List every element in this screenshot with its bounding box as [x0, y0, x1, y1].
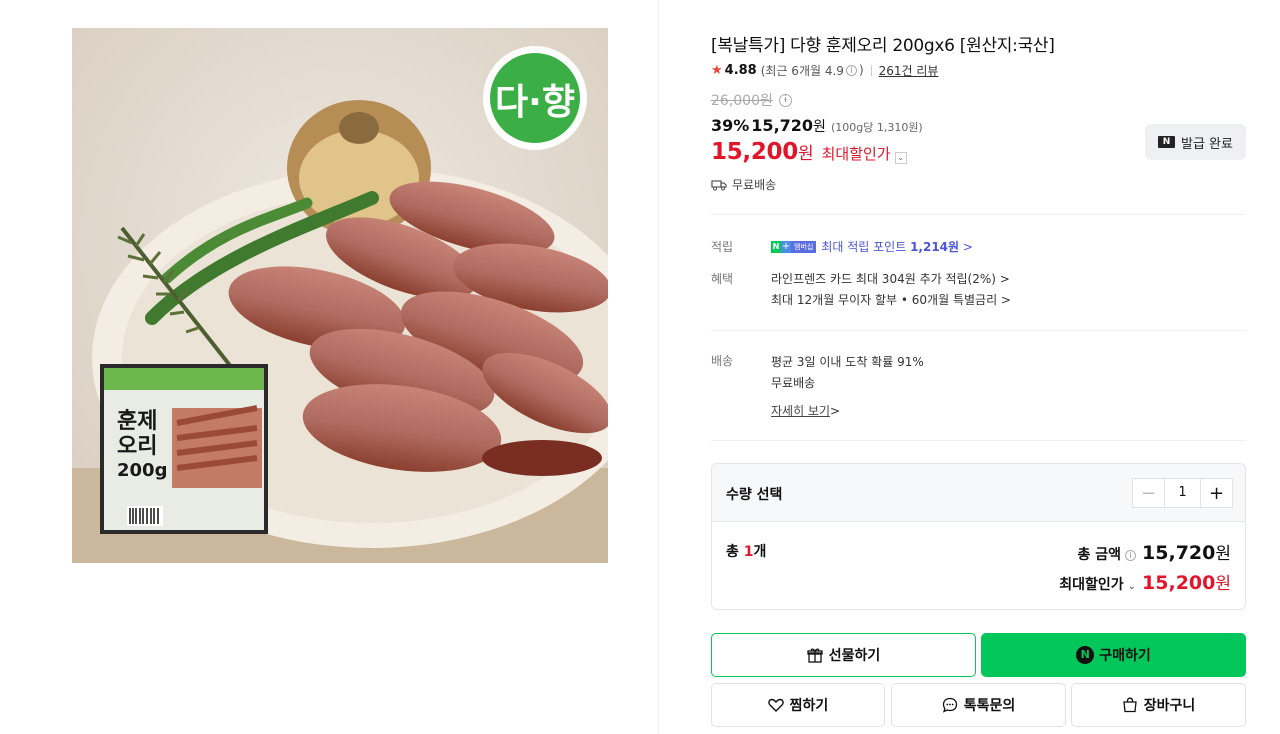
total-amount-label: 총 금액 — [1077, 547, 1122, 563]
total-amount-won: 원 — [1215, 544, 1231, 564]
free-shipping-label: 무료배송 — [732, 178, 777, 192]
divider — [711, 330, 1246, 331]
detail-link-text: 자세히 보기 — [771, 404, 831, 418]
wishlist-button[interactable]: 찜하기 — [711, 683, 885, 727]
divider — [711, 214, 1246, 215]
original-price-row: 26,000원 i — [711, 90, 794, 110]
max-discount-won: 원 — [797, 144, 814, 164]
membership-text-badge: 멤버십 — [791, 240, 817, 253]
gift-icon — [807, 648, 823, 663]
chat-bubble-icon — [942, 697, 957, 713]
buy-button[interactable]: N 구매하기 — [981, 633, 1246, 677]
quantity-box: 수량 선택 − 1 + 총 1개 총 금액 i 15,720 원 최대할인가 ⌄… — [711, 463, 1246, 610]
max-discount-row[interactable]: 15,200 원 최대할인가 ⌄ — [711, 139, 907, 165]
product-title: [복날특가] 다향 훈제오리 200gx6 [원산지:국산] — [711, 36, 1055, 56]
vertical-divider — [658, 0, 659, 734]
chevron-right-icon: > — [959, 240, 973, 254]
discounted-price-unit: 원 — [813, 119, 826, 135]
talktalk-inquiry-button[interactable]: 톡톡문의 — [891, 683, 1066, 727]
coupon-issued-button[interactable]: N 발급 완료 — [1145, 124, 1246, 160]
quantity-stepper: − 1 + — [1132, 478, 1233, 508]
rating-recent-close: ) — [858, 63, 864, 77]
total-amount-value: 15,720 — [1142, 542, 1216, 564]
delivery-probability: 평균 3일 이내 도착 확률 91% — [771, 355, 924, 369]
review-count-link[interactable]: 261건 리뷰 — [879, 62, 939, 79]
delivery-detail-link[interactable]: 자세히 보기 > — [771, 402, 840, 419]
original-price: 26,000원 — [711, 93, 773, 109]
gift-label: 선물하기 — [828, 648, 881, 664]
info-icon[interactable]: i — [1125, 550, 1137, 561]
total-count: 총 1개 — [726, 541, 766, 561]
chevron-down-icon[interactable]: ⌄ — [894, 152, 907, 164]
quantity-header: 수량 선택 − 1 + — [712, 464, 1245, 522]
cart-label: 장바구니 — [1143, 698, 1196, 714]
discount-row: 39% 15,720 원 (100g당 1,310원) — [711, 116, 923, 136]
increase-button[interactable]: + — [1200, 479, 1232, 507]
quantity-value[interactable]: 1 — [1165, 479, 1200, 507]
chevron-right-icon: > — [830, 403, 841, 418]
product-image[interactable]: 다·향 훈제 오리 200g — [72, 28, 608, 563]
naver-n-badge: N — [771, 240, 781, 253]
naver-n-icon: N — [1158, 136, 1175, 148]
chevron-down-icon[interactable]: ⌄ — [1128, 581, 1136, 592]
buy-label: 구매하기 — [1099, 648, 1151, 664]
decrease-button[interactable]: − — [1133, 479, 1165, 507]
benefit-card-line[interactable]: 라인프렌즈 카드 최대 304원 추가 적립(2%) > — [771, 270, 1010, 287]
naver-pay-icon: N — [1076, 646, 1095, 664]
points-text-label: 최대 적립 포인트 — [821, 240, 911, 254]
heart-icon — [767, 698, 784, 712]
discounted-price: 15,720 — [751, 116, 814, 135]
star-icon: ★ — [711, 62, 723, 78]
max-discount-label: 최대할인가 — [821, 145, 891, 163]
plus-badge: + — [781, 240, 791, 253]
total-count-number: 1 — [743, 544, 754, 560]
divider — [711, 440, 1246, 441]
max-discount-total-label: 최대할인가 — [1059, 577, 1124, 593]
svg-text:훈제: 훈제 — [117, 409, 157, 434]
svg-text:200g: 200g — [117, 460, 167, 481]
truck-icon — [711, 179, 727, 190]
info-icon[interactable]: i — [845, 64, 857, 76]
separator — [870, 64, 872, 76]
talktalk-label: 톡톡문의 — [963, 698, 1016, 714]
rating-score: 4.88 — [724, 62, 757, 78]
price-info-icon[interactable]: i — [778, 93, 792, 107]
cart-button[interactable]: 장바구니 — [1071, 683, 1246, 727]
shopping-bag-icon — [1123, 697, 1137, 713]
brand-logo-text: 다·향 — [495, 82, 575, 123]
total-count-prefix: 총 — [726, 544, 744, 560]
max-discount-price: 15,200 — [711, 139, 798, 165]
membership-badge: N + 멤버십 — [771, 240, 817, 253]
total-count-suffix: 개 — [753, 544, 767, 560]
shipping-row: 무료배송 — [711, 176, 776, 193]
points-label: 적립 — [711, 240, 734, 254]
coupon-label: 발급 완료 — [1181, 136, 1233, 152]
delivery-label: 배송 — [711, 354, 734, 368]
delivery-free: 무료배송 — [771, 376, 816, 390]
total-amount-row: 총 금액 i 15,720 원 — [1078, 539, 1231, 564]
benefit-installment-line[interactable]: 최대 12개월 무이자 할부 • 60개월 특별금리 > — [771, 291, 1011, 308]
rating-recent: (최근 6개월 4.9 — [760, 63, 844, 78]
wishlist-label: 찜하기 — [789, 698, 829, 714]
rating-row: ★ 4.88 (최근 6개월 4.9 i ) 261건 리뷰 — [711, 62, 938, 78]
unit-price: (100g당 1,310원) — [830, 121, 923, 134]
points-amount: 1,214원 — [910, 240, 960, 254]
max-discount-total-value: 15,200 — [1142, 572, 1216, 594]
points-value[interactable]: N + 멤버십 최대 적립 포인트 1,214원 > — [771, 238, 973, 255]
max-discount-total-won: 원 — [1215, 574, 1231, 594]
points-text: 최대 적립 포인트 1,214원 > — [821, 238, 973, 255]
gift-button[interactable]: 선물하기 — [711, 633, 976, 677]
quantity-title: 수량 선택 — [726, 487, 783, 503]
discount-percent: 39% — [711, 116, 750, 135]
svg-text:오리: 오리 — [117, 434, 157, 459]
max-discount-total-row[interactable]: 최대할인가 ⌄ 15,200 원 — [1059, 569, 1231, 594]
smoked-duck-photo: 다·향 훈제 오리 200g — [72, 28, 608, 563]
benefits-label: 혜택 — [711, 272, 734, 286]
